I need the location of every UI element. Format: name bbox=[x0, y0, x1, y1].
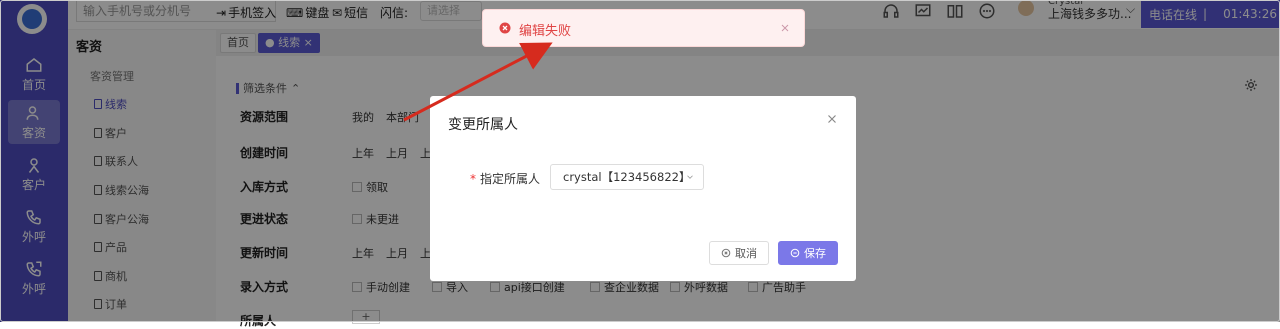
owner-select-value: crystal【123456822】 bbox=[563, 170, 691, 184]
required-mark: * bbox=[470, 172, 476, 186]
cancel-label: 取消 bbox=[735, 247, 757, 260]
close-icon[interactable] bbox=[779, 22, 791, 34]
close-icon[interactable] bbox=[825, 112, 839, 126]
owner-field-label: * 指定所属人 bbox=[470, 170, 540, 187]
chevron-down-icon bbox=[687, 175, 693, 179]
cancel-button[interactable]: 取消 bbox=[709, 241, 769, 265]
toast-message: 编辑失败 bbox=[519, 24, 572, 39]
error-toast: 编辑失败 bbox=[482, 9, 805, 47]
save-icon bbox=[790, 248, 800, 258]
error-icon bbox=[499, 22, 511, 34]
change-owner-dialog: 变更所属人 * 指定所属人 crystal【123456822】 取消 保存 bbox=[430, 96, 856, 281]
cancel-icon bbox=[721, 248, 731, 258]
dialog-title: 变更所属人 bbox=[448, 117, 518, 133]
owner-label-text: 指定所属人 bbox=[480, 172, 541, 186]
save-button[interactable]: 保存 bbox=[778, 241, 838, 265]
owner-select[interactable]: crystal【123456822】 bbox=[550, 164, 704, 190]
save-label: 保存 bbox=[804, 247, 826, 260]
